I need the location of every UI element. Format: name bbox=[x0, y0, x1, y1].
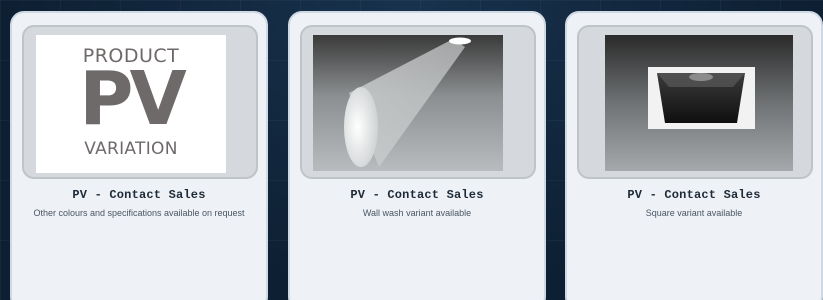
wall-wash-light-icon bbox=[313, 35, 503, 171]
variant-card-title: PV - Contact Sales bbox=[72, 188, 206, 202]
logo-bottom-text: VARIATION bbox=[84, 139, 178, 159]
product-variants-section: PRODUCT PV VARIATION PV - Contact Sales … bbox=[0, 0, 823, 300]
logo-main-text: PV bbox=[79, 56, 187, 142]
variant-card-description: Other colours and specifications availab… bbox=[33, 208, 245, 218]
variant-card-description: Wall wash variant available bbox=[362, 208, 472, 218]
variant-card-square[interactable]: PV - Contact Sales Square variant availa… bbox=[565, 11, 823, 300]
variant-card-wall-wash[interactable]: PV - Contact Sales Wall wash variant ava… bbox=[288, 11, 546, 300]
square-downlight-icon bbox=[605, 35, 793, 171]
pv-variation-logo: PRODUCT PV VARIATION bbox=[36, 35, 226, 173]
variant-card-pv-variation[interactable]: PRODUCT PV VARIATION PV - Contact Sales … bbox=[10, 11, 268, 300]
variant-card-description: Square variant available bbox=[645, 208, 743, 218]
variant-card-title: PV - Contact Sales bbox=[627, 188, 761, 202]
variant-card-title: PV - Contact Sales bbox=[350, 188, 484, 202]
